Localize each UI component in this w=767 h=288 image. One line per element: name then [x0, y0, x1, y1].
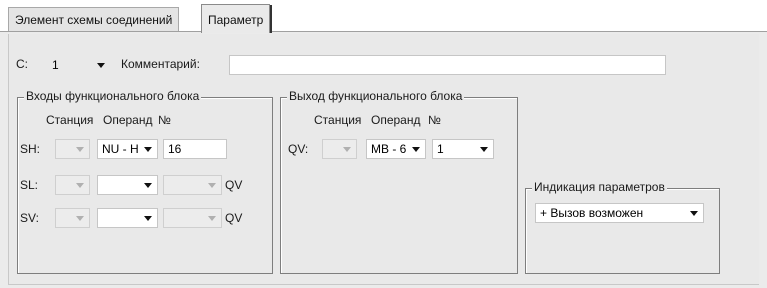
chevron-down-icon[interactable] [73, 211, 87, 225]
col-number-label: № [158, 113, 171, 127]
tab-parameter[interactable]: Параметр [201, 4, 273, 33]
chevron-down-icon[interactable] [477, 142, 491, 156]
tab-circuit-element[interactable]: Элемент схемы соединений [8, 7, 180, 32]
chevron-down-icon[interactable] [205, 211, 219, 225]
output-group-title: Выход функционального блока [287, 89, 465, 103]
comment-input[interactable] [229, 55, 666, 75]
function-block-inputs-group: Входы функционального блока Станция Опер… [17, 89, 273, 274]
sv-label: SV: [20, 211, 39, 225]
sl-number-select[interactable] [163, 175, 222, 195]
col-station-label: Станция [46, 113, 94, 127]
comment-label: Комментарий: [121, 57, 200, 71]
inputs-group-title: Входы функционального блока [24, 89, 202, 103]
sl-station-select[interactable] [55, 175, 90, 195]
sh-label: SH: [20, 142, 41, 156]
sl-label: SL: [20, 178, 39, 192]
function-block-output-group: Выход функционального блока Станция Опер… [280, 89, 518, 274]
c-label: C: [16, 57, 28, 71]
qv-number-select[interactable]: 1 [432, 139, 494, 159]
c-select-value: 1 [52, 58, 59, 72]
tab-strip: Элемент схемы соединений Параметр [0, 0, 767, 33]
chevron-down-icon[interactable] [409, 142, 423, 156]
qv-station-select[interactable] [322, 139, 357, 159]
parameter-indication-group: Индикация параметров + Вызов возможен [525, 180, 720, 274]
sh-number-input[interactable]: 16 [163, 139, 227, 159]
chevron-down-icon[interactable] [94, 58, 108, 72]
col-operand-label: Операнд [103, 113, 153, 127]
output-col-station-label: Станция [314, 113, 362, 127]
qv-operand-select[interactable]: MB - 6 [366, 139, 426, 159]
sv-suffix-label: QV [225, 211, 243, 225]
output-col-operand-label: Операнд [371, 113, 421, 127]
chevron-down-icon[interactable] [141, 142, 155, 156]
sv-operand-select[interactable] [97, 208, 158, 228]
c-select[interactable]: 1 [47, 55, 111, 75]
sl-operand-select[interactable] [97, 175, 158, 195]
indication-select[interactable]: + Вызов возможен [535, 203, 704, 223]
chevron-down-icon[interactable] [141, 211, 155, 225]
parameter-panel: C: 1 Комментарий: Входы функционального … [8, 34, 759, 285]
sh-station-select[interactable] [55, 139, 90, 159]
sh-operand-select[interactable]: NU - H [97, 139, 158, 159]
chevron-down-icon[interactable] [73, 178, 87, 192]
chevron-down-icon[interactable] [205, 178, 219, 192]
sl-suffix-label: QV [225, 178, 243, 192]
indication-group-title: Индикация параметров [532, 180, 667, 194]
sv-number-select[interactable] [163, 208, 222, 228]
output-col-number-label: № [428, 113, 441, 127]
chevron-down-icon[interactable] [141, 178, 155, 192]
qv-label: QV: [288, 142, 309, 156]
chevron-down-icon[interactable] [340, 142, 354, 156]
chevron-down-icon[interactable] [73, 142, 87, 156]
tab-content-panel: C: 1 Комментарий: Входы функционального … [0, 31, 767, 288]
sv-station-select[interactable] [55, 208, 90, 228]
chevron-down-icon[interactable] [687, 206, 701, 220]
